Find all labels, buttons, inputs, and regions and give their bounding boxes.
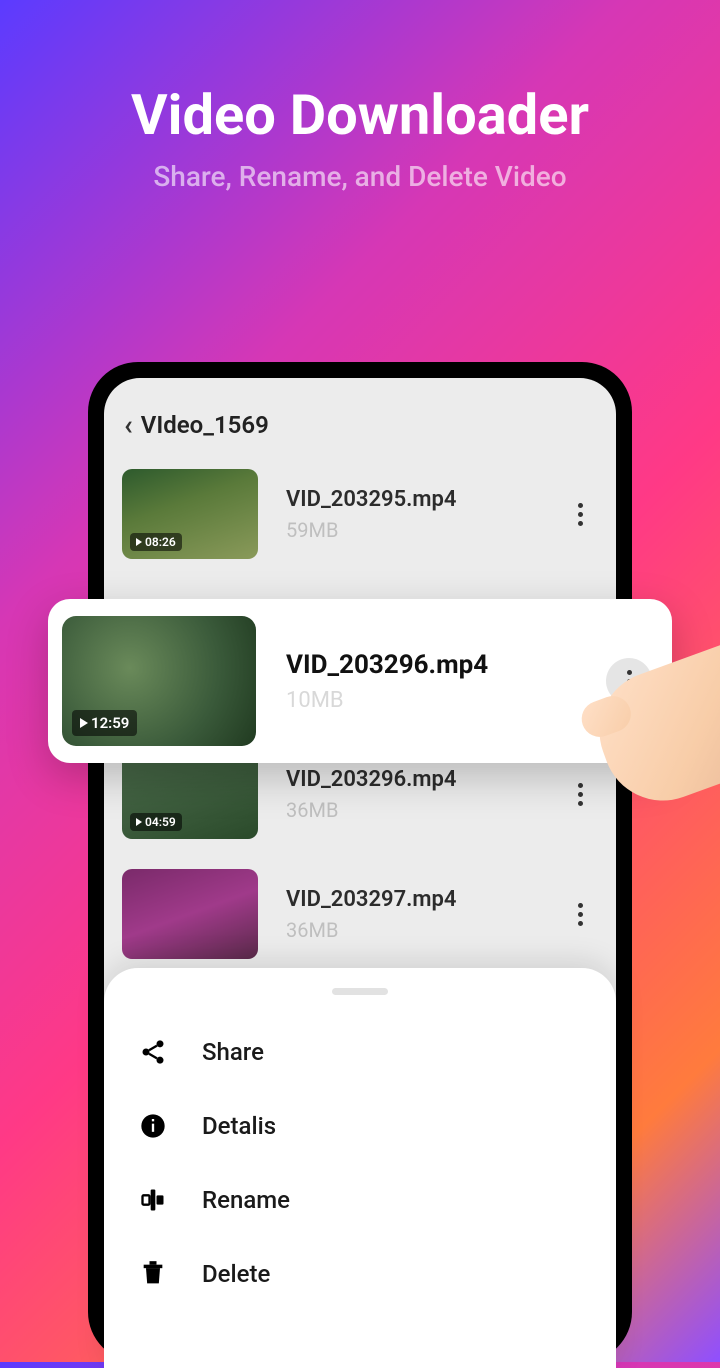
video-name: VID_203297.mp4 [286, 887, 562, 912]
options-sheet: Share Detalis Rename Delete [104, 968, 616, 1368]
info-icon [136, 1109, 170, 1143]
duration-badge: 12:59 [72, 710, 137, 736]
share-icon [136, 1035, 170, 1069]
video-size: 36MB [286, 918, 562, 942]
video-row-highlighted[interactable]: 12:59 VID_203296.mp4 10MB [48, 599, 672, 763]
video-info: VID_203296.mp4 10MB [256, 650, 606, 713]
video-size: 10MB [286, 688, 606, 713]
hero-title: Video Downloader [0, 82, 720, 148]
video-row[interactable]: VID_203297.mp4 36MB [122, 859, 598, 979]
video-thumbnail[interactable]: 12:59 [62, 616, 256, 746]
video-info: VID_203295.mp4 59MB [258, 487, 562, 542]
video-info: VID_203296.mp4 36MB [258, 767, 562, 822]
share-label: Share [202, 1038, 264, 1066]
share-option[interactable]: Share [104, 1015, 616, 1089]
video-name: VID_203296.mp4 [286, 767, 562, 792]
duration-badge: 08:26 [130, 533, 182, 551]
duration-text: 08:26 [145, 535, 176, 549]
more-options-button[interactable] [562, 489, 598, 539]
hero-subtitle: Share, Rename, and Delete Video [0, 160, 720, 193]
trash-icon [136, 1257, 170, 1291]
video-thumbnail[interactable] [122, 869, 258, 959]
delete-option[interactable]: Delete [104, 1237, 616, 1311]
rename-icon [136, 1183, 170, 1217]
rename-label: Rename [202, 1186, 290, 1214]
video-info: VID_203297.mp4 36MB [258, 887, 562, 942]
delete-label: Delete [202, 1260, 270, 1288]
duration-text: 04:59 [145, 815, 176, 829]
duration-text: 12:59 [91, 714, 129, 732]
rename-option[interactable]: Rename [104, 1163, 616, 1237]
play-icon [136, 818, 142, 826]
video-thumbnail[interactable]: 08:26 [122, 469, 258, 559]
play-icon [136, 538, 142, 546]
header-bar: ‹ VIdeo_1569 [104, 408, 616, 459]
play-icon [80, 718, 88, 728]
video-row[interactable]: 08:26 VID_203295.mp4 59MB [122, 459, 598, 579]
details-option[interactable]: Detalis [104, 1089, 616, 1163]
video-size: 59MB [286, 518, 562, 542]
details-label: Detalis [202, 1112, 276, 1140]
video-name: VID_203296.mp4 [286, 650, 606, 680]
header-title[interactable]: VIdeo_1569 [141, 411, 269, 439]
back-icon[interactable]: ‹ [124, 408, 133, 441]
video-size: 36MB [286, 798, 562, 822]
video-name: VID_203295.mp4 [286, 487, 562, 512]
more-options-button[interactable] [562, 889, 598, 939]
more-options-button[interactable] [562, 769, 598, 819]
sheet-handle[interactable] [332, 988, 388, 995]
duration-badge: 04:59 [130, 813, 182, 831]
